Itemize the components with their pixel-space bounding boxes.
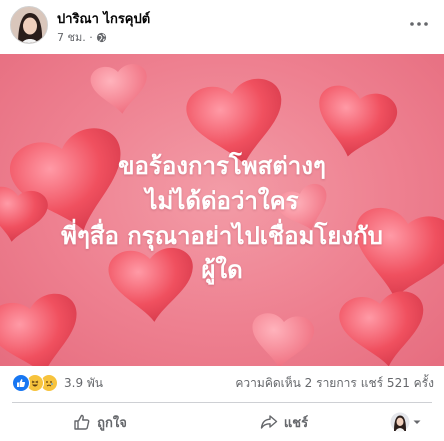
like-icon	[12, 374, 30, 392]
post-text-line: พี่ๆสื่อ กรุณาอย่าไปเชื่อมโยงกับ	[61, 221, 383, 250]
thumbs-up-icon	[74, 414, 90, 430]
engagement-stats: 3.9 พัน ความคิดเห็น 2 รายการ แชร์ 521 คร…	[0, 366, 444, 400]
globe-icon	[96, 32, 106, 42]
post-text-line: ผู้ใด	[201, 256, 243, 285]
post-header: ปาริณา ไกรคุปต์ 7 ชม. ·	[0, 0, 444, 54]
action-bar: ถูกใจ แชร์	[0, 405, 444, 439]
audience-selector[interactable]	[368, 407, 444, 437]
like-label: ถูกใจ	[97, 415, 127, 431]
share-button[interactable]: แชร์	[200, 407, 368, 437]
comment-count[interactable]: ความคิดเห็น 2 รายการ	[235, 374, 356, 393]
avatar[interactable]	[10, 6, 48, 44]
post-meta: 7 ชม. ·	[57, 28, 107, 46]
post-background[interactable]: ขอร้องการโพสต่างๆ ไม่ได้ด่อว่าใคร พี่ๆสื…	[0, 54, 444, 366]
divider	[12, 402, 432, 403]
post-text-line: ขอร้องการโพสต่างๆ	[118, 152, 326, 180]
reaction-count[interactable]: 3.9 พัน	[64, 374, 103, 393]
more-icon	[410, 22, 428, 26]
comment-share-counts: ความคิดเห็น 2 รายการ แชร์ 521 ครั้ง	[235, 374, 434, 393]
author-name[interactable]: ปาริณา ไกรคุปต์	[57, 8, 150, 29]
share-label: แชร์	[283, 415, 309, 431]
share-count[interactable]: แชร์ 521 ครั้ง	[361, 374, 434, 393]
reaction-summary[interactable]	[12, 374, 58, 392]
post-text-line: ไม่ได้ด่อว่าใคร	[145, 186, 299, 215]
share-arrow-icon	[260, 415, 278, 429]
post-time[interactable]: 7 ชม. ·	[57, 28, 93, 46]
post-text: ขอร้องการโพสต่างๆ ไม่ได้ด่อว่าใคร พี่ๆสื…	[0, 149, 444, 288]
chevron-down-icon	[413, 420, 421, 424]
profile-avatar-icon	[390, 412, 410, 432]
more-options-button[interactable]	[406, 14, 432, 34]
like-button[interactable]: ถูกใจ	[0, 407, 200, 437]
